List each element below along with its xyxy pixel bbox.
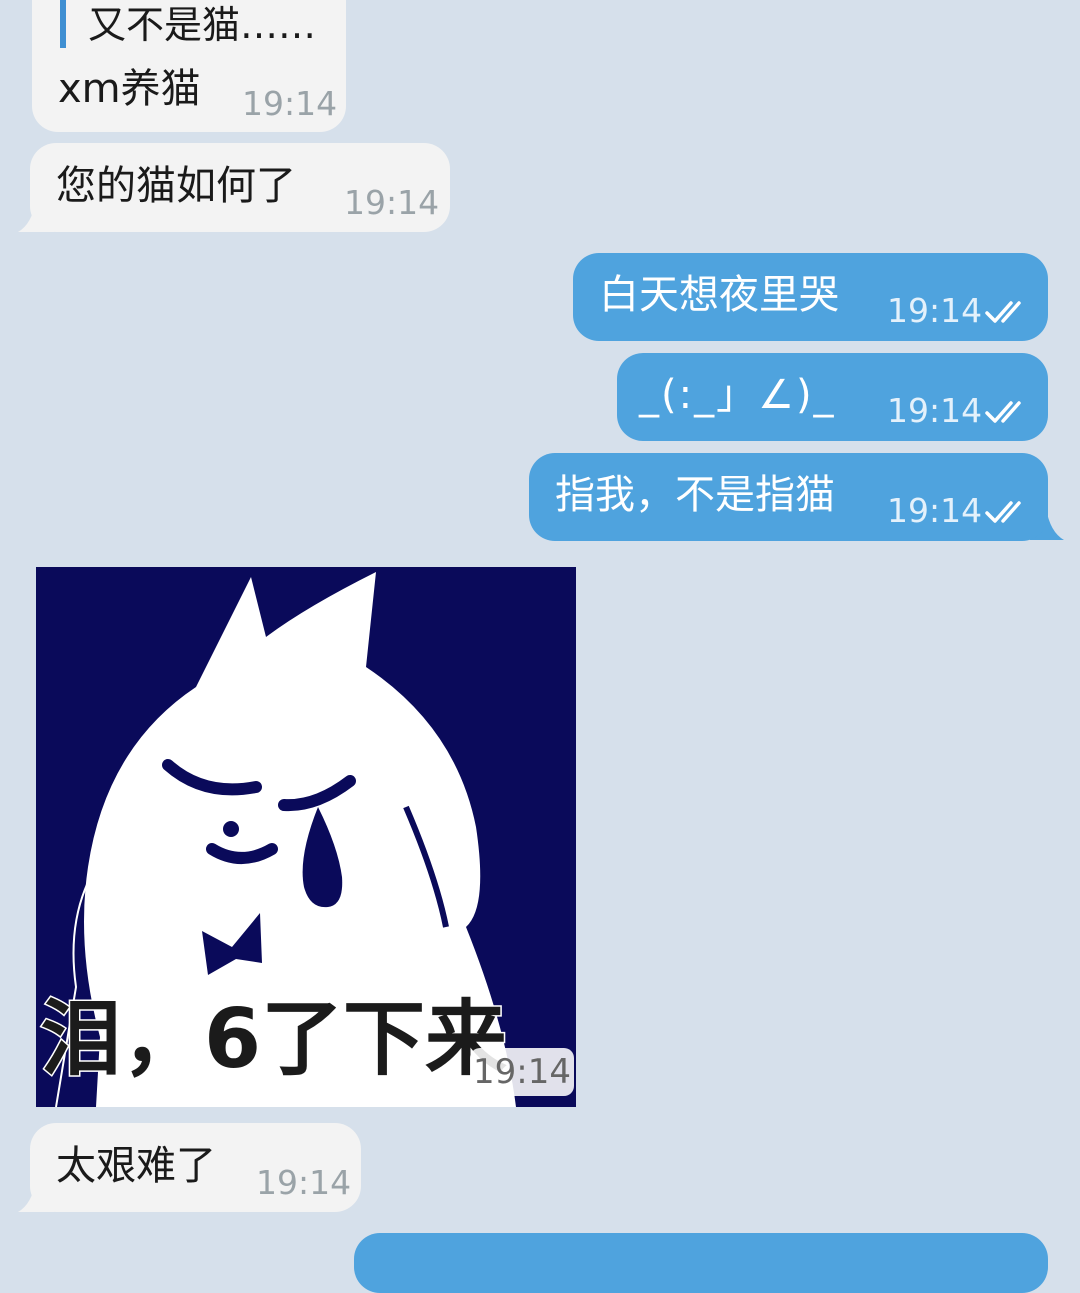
message-time: 19:14 [887, 291, 983, 330]
message-time: 19:14 [242, 84, 338, 123]
double-check-icon [985, 401, 1021, 423]
message-bubble-incoming[interactable]: 太艰难了 19:14 [30, 1123, 361, 1212]
message-time: 19:14 [344, 183, 440, 222]
message-bubble-incoming[interactable]: 又不是猫…… xm养猫 19:14 [32, 0, 346, 132]
message-time: 19:14 [256, 1163, 352, 1202]
double-check-icon [985, 501, 1021, 523]
message-text: 太艰难了 [56, 1143, 216, 1189]
message-time: 19:14 [887, 391, 983, 430]
message-time: 19:14 [470, 1048, 574, 1096]
message-bubble-outgoing[interactable]: 指我，不是指猫 19:14 [529, 453, 1048, 541]
message-bubble-outgoing[interactable] [354, 1233, 1048, 1293]
sticker-caption: 泪，6了下来 [38, 991, 508, 1089]
quoted-text: 又不是猫…… [88, 3, 317, 47]
message-text: 白天想夜里哭 [599, 272, 839, 318]
quote-bar [60, 0, 66, 48]
message-text: 您的猫如何了 [56, 163, 296, 209]
message-time: 19:14 [887, 491, 983, 530]
message-bubble-outgoing[interactable]: 白天想夜里哭 19:14 [573, 253, 1048, 341]
message-bubble-incoming[interactable]: 您的猫如何了 19:14 [30, 143, 450, 232]
message-text: 指我，不是指猫 [555, 472, 835, 518]
message-bubble-outgoing[interactable]: _(:_」∠)_ 19:14 [617, 353, 1048, 441]
double-check-icon [985, 301, 1021, 323]
message-text: xm养猫 [58, 66, 201, 112]
message-text: _(:_」∠)_ [639, 372, 836, 418]
